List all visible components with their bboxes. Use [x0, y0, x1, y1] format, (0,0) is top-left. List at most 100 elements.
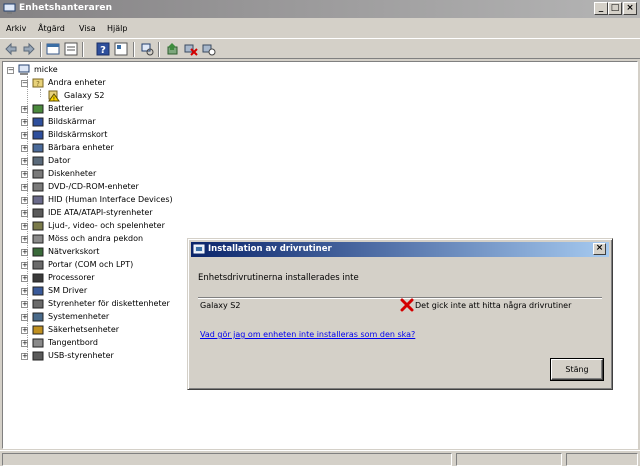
expand-toggle[interactable]: +	[21, 353, 28, 360]
tree-item-label: Dator	[48, 156, 71, 165]
device-manager-icon	[3, 3, 16, 14]
tree-item-label: Diskenheter	[48, 169, 97, 178]
disk-drive-icon	[32, 169, 44, 179]
system-device-icon	[32, 312, 44, 322]
expand-toggle[interactable]: +	[21, 262, 28, 269]
collapse-toggle[interactable]: −	[7, 67, 14, 74]
status-cell	[456, 453, 562, 466]
menu-atgard[interactable]: Åtgärd	[38, 24, 65, 33]
menu-bar: Arkiv Åtgärd Visa Hjälp	[0, 20, 640, 37]
collapse-toggle[interactable]: −	[21, 80, 28, 87]
expand-toggle[interactable]: +	[21, 119, 28, 126]
menu-arkiv[interactable]: Arkiv	[6, 24, 26, 33]
tree-item-label: DVD-/CD-ROM-enheter	[48, 182, 139, 191]
expand-toggle[interactable]: +	[21, 132, 28, 139]
status-cell	[2, 453, 452, 466]
computer-icon	[32, 156, 44, 166]
expand-toggle[interactable]: +	[21, 275, 28, 282]
tree-item-label: Styrenheter för diskettenheter	[48, 299, 170, 308]
device-name: Galaxy S2	[200, 301, 241, 310]
sound-icon	[32, 221, 44, 231]
help-link[interactable]: Vad gör jag om enheten inte installeras …	[200, 330, 415, 339]
expand-toggle[interactable]: +	[21, 288, 28, 295]
forward-icon[interactable]	[22, 42, 36, 56]
close-dialog-button[interactable]: Stäng	[550, 358, 604, 381]
status-bar	[0, 450, 640, 466]
expand-toggle[interactable]: +	[21, 171, 28, 178]
expand-toggle[interactable]: +	[21, 314, 28, 321]
warning-device-icon: !	[48, 90, 60, 102]
expand-toggle[interactable]: +	[21, 236, 28, 243]
toolbar-separator	[82, 42, 84, 57]
expand-toggle[interactable]: +	[21, 184, 28, 191]
svg-text:?: ?	[100, 45, 106, 56]
computer-icon	[18, 64, 30, 75]
dialog-titlebar: Installation av drivrutiner ×	[191, 242, 609, 257]
toolbar: ?	[0, 38, 640, 59]
tree-item-label: Möss och andra pekdon	[48, 234, 144, 243]
expand-toggle[interactable]: +	[21, 301, 28, 308]
tree-item-label: Ljud-, video- och spelenheter	[48, 221, 165, 230]
usb-icon	[32, 351, 44, 361]
window-titlebar: Enhetshanteraren _ □ ×	[0, 0, 640, 18]
expand-toggle[interactable]: +	[21, 249, 28, 256]
portable-device-icon	[32, 143, 44, 153]
toolbar-separator	[133, 42, 135, 57]
close-button[interactable]: ×	[623, 2, 637, 15]
tree-item-label: SM Driver	[48, 286, 88, 295]
expand-toggle[interactable]: +	[21, 197, 28, 204]
dialog-heading: Enhetsdrivrutinerna installerades inte	[198, 273, 359, 283]
tree-item-label: Galaxy S2	[64, 91, 105, 100]
dialog-title: Installation av drivrutiner	[208, 244, 332, 254]
sm-driver-icon	[32, 286, 44, 296]
tree-item-label: HID (Human Interface Devices)	[48, 195, 173, 204]
scan-hardware-icon[interactable]	[140, 42, 154, 56]
security-device-icon	[32, 325, 44, 335]
uninstall-icon[interactable]	[184, 42, 198, 56]
maximize-button[interactable]: □	[608, 2, 622, 15]
tree-item-label: Bildskärmskort	[48, 130, 108, 139]
expand-toggle[interactable]: +	[21, 145, 28, 152]
expand-toggle[interactable]: +	[21, 340, 28, 347]
menu-visa[interactable]: Visa	[79, 24, 96, 33]
hid-icon	[32, 195, 44, 205]
properties-view-icon[interactable]	[114, 42, 128, 56]
refresh-icon[interactable]	[64, 42, 78, 56]
network-adapter-icon	[32, 247, 44, 257]
tree-item-label: Säkerhetsenheter	[48, 325, 120, 334]
update-driver-icon[interactable]	[166, 42, 180, 56]
minimize-button[interactable]: _	[594, 2, 608, 15]
error-icon	[400, 298, 414, 312]
floppy-controller-icon	[32, 299, 44, 309]
menu-hjalp[interactable]: Hjälp	[107, 24, 127, 33]
expand-toggle[interactable]: +	[21, 158, 28, 165]
expand-toggle[interactable]: +	[21, 223, 28, 230]
tree-item-label: Tangentbord	[48, 338, 98, 347]
status-cell	[566, 453, 638, 466]
tree-line	[40, 89, 41, 97]
svg-text:!: !	[53, 96, 55, 102]
disable-icon[interactable]	[202, 42, 216, 56]
tree-item-label: Batterier	[48, 104, 84, 113]
help-icon[interactable]: ?	[96, 42, 110, 56]
tree-root-label: micke	[34, 65, 58, 74]
mouse-icon	[32, 234, 44, 244]
toolbar-separator	[40, 42, 42, 57]
tree-item-label: Bildskärmar	[48, 117, 96, 126]
tree-item-label: Andra enheter	[48, 78, 106, 87]
expand-toggle[interactable]: +	[21, 210, 28, 217]
tree-item-label: USB-styrenheter	[48, 351, 114, 360]
unknown-device-icon: ?	[32, 78, 44, 88]
port-icon	[32, 260, 44, 270]
device-icon	[193, 244, 205, 254]
properties-icon[interactable]	[46, 42, 60, 56]
tree-item-label: Portar (COM och LPT)	[48, 260, 134, 269]
dialog-close-button[interactable]: ×	[593, 243, 606, 255]
tree-item-label: Systemenheter	[48, 312, 110, 321]
back-icon[interactable]	[4, 42, 18, 56]
svg-text:?: ?	[36, 80, 40, 88]
expand-toggle[interactable]: +	[21, 327, 28, 334]
driver-install-dialog: Installation av drivrutiner × Enhetsdriv…	[187, 238, 613, 390]
toolbar-separator	[158, 42, 160, 57]
expand-toggle[interactable]: +	[21, 106, 28, 113]
